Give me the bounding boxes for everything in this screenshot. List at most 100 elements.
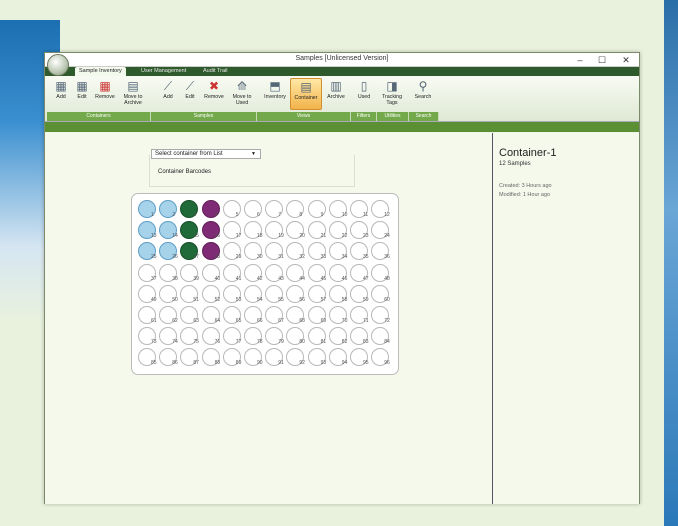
tube-edit-icon: ⟋ <box>185 78 195 93</box>
tab-audit-trail[interactable]: Audit Trail <box>199 67 231 76</box>
well-number: 75 <box>193 339 199 346</box>
well-number: 71 <box>363 318 369 324</box>
well-number: 70 <box>341 318 348 324</box>
well-number: 53 <box>235 296 242 303</box>
samples-add-button[interactable]: ⟋ Add <box>157 78 179 101</box>
button-label: Remove <box>95 94 115 100</box>
well-number: 96 <box>384 360 390 367</box>
containers-edit-button[interactable]: ▦ Edit <box>72 78 92 101</box>
well-number: 64 <box>214 318 221 324</box>
ribbon: ▦ Add ▦ Edit ▦ Remove ▤ Move to Archive ⟋ Add… <box>45 76 639 122</box>
window-title: Samples [Unlicensed Version] <box>295 55 389 62</box>
group-search-label: Search <box>409 112 439 121</box>
search-button[interactable]: ⚲ Search <box>411 78 435 101</box>
well-number: 38 <box>172 275 178 282</box>
app-orb-button[interactable] <box>47 54 69 76</box>
well-number: 7 <box>278 212 281 218</box>
tracking-tags-button[interactable]: ◨ Tracking Tags <box>379 78 405 107</box>
container-select-value: Select container from List <box>155 151 223 157</box>
ribbon-divider <box>45 122 639 132</box>
container-select[interactable]: Select container from List ▼ <box>151 149 261 159</box>
title-bar: Samples [Unlicensed Version] – ☐ ✕ <box>45 53 639 76</box>
well-number: 74 <box>172 339 178 346</box>
tab-sample-inventory[interactable]: Sample Inventory <box>75 67 126 76</box>
well-number: 42 <box>257 275 263 282</box>
well-plate: 1 2 3 4 5 6 7 8 9 10 11 12 13 14 15 16 17 18 19 20 21 22 23 24 2… <box>131 193 399 375</box>
well-number: 46 <box>341 275 348 282</box>
group-samples-label: Samples <box>151 112 257 121</box>
move-to-archive-button[interactable]: ▤ Move to Archive <box>119 78 147 107</box>
well-number: 45 <box>320 275 327 282</box>
desktop-background-right <box>664 0 678 526</box>
well-number: 12 <box>384 212 390 218</box>
well-number: 41 <box>235 275 242 282</box>
well-number: 24 <box>384 233 390 240</box>
close-button[interactable]: ✕ <box>615 53 637 67</box>
well-number: 62 <box>172 318 178 324</box>
tag-icon: ◨ <box>386 78 398 93</box>
well-number: 21 <box>320 233 327 240</box>
well-number: 33 <box>320 254 327 261</box>
well-number: 57 <box>320 296 327 303</box>
well-number: 8 <box>299 212 303 218</box>
tab-user-management[interactable]: User Management <box>137 67 190 76</box>
well-number: 20 <box>299 233 305 240</box>
well-number: 72 <box>384 318 390 324</box>
app-window: Samples [Unlicensed Version] – ☐ ✕ Sampl… <box>44 52 640 504</box>
move-to-used-button[interactable]: ⟰ Move to Used <box>228 78 256 107</box>
container-view: Container Barcodes Select container from… <box>45 133 493 504</box>
well-number: 65 <box>235 318 242 324</box>
well-number: 54 <box>257 296 263 303</box>
well-number: 34 <box>341 254 348 261</box>
samples-remove-button[interactable]: ✖ Remove <box>201 78 227 101</box>
view-container-button[interactable]: ▤ Container <box>290 78 322 110</box>
created-time: Created: 3 Hours ago <box>499 183 552 189</box>
ribbon-tab-bar: Sample Inventory User Management Audit T… <box>45 67 639 76</box>
chevron-down-icon: ▼ <box>251 151 256 157</box>
archive-icon: ▥ <box>330 78 342 93</box>
button-label: Edit <box>185 94 195 100</box>
filter-used-button[interactable]: ▯ Used <box>353 78 375 101</box>
details-panel: Container-1 12 Samples Created: 3 Hours … <box>493 133 639 504</box>
well-number: 68 <box>299 318 305 324</box>
containers-remove-button[interactable]: ▦ Remove <box>93 78 117 101</box>
container-barcodes-label: Container Barcodes <box>158 169 212 175</box>
well-number: 49 <box>151 296 157 303</box>
well-number: 22 <box>341 233 348 240</box>
well-number: 82 <box>341 339 348 346</box>
maximize-button[interactable]: ☐ <box>591 53 613 67</box>
button-label: Archive <box>327 94 345 100</box>
well-number: 4 <box>214 212 218 218</box>
view-archive-button[interactable]: ▥ Archive <box>324 78 348 101</box>
well-number: 85 <box>151 360 157 367</box>
well-number: 29 <box>235 254 242 261</box>
button-label: Tracking Tags <box>381 94 403 106</box>
well-number: 91 <box>278 360 284 367</box>
well-number: 44 <box>299 275 305 282</box>
well-number: 2 <box>172 212 175 218</box>
minimize-button[interactable]: – <box>569 53 591 67</box>
tube-remove-icon: ✖ <box>208 78 220 93</box>
well-number: 56 <box>299 296 305 303</box>
well-number: 23 <box>363 233 369 240</box>
well-number: 37 <box>151 275 157 282</box>
samples-edit-button[interactable]: ⟋ Edit <box>179 78 201 101</box>
well-number: 31 <box>278 254 284 261</box>
well-number: 5 <box>235 212 239 218</box>
view-inventory-button[interactable]: ⬒ Inventory <box>261 78 289 101</box>
well-number: 14 <box>172 233 178 240</box>
group-views-label: Views <box>257 112 351 121</box>
well-number: 90 <box>257 360 263 367</box>
search-icon: ⚲ <box>418 78 428 93</box>
button-label: Edit <box>77 94 87 100</box>
well-number: 16 <box>214 233 221 240</box>
containers-add-button[interactable]: ▦ Add <box>51 78 71 101</box>
well-number: 58 <box>341 296 348 303</box>
well-number: 28 <box>214 254 221 261</box>
button-label: Remove <box>204 94 224 100</box>
well-number: 66 <box>257 318 263 324</box>
container-title: Container-1 <box>499 147 557 159</box>
well-number: 94 <box>341 360 348 367</box>
well-number: 93 <box>320 360 327 367</box>
well-number: 48 <box>384 275 390 282</box>
